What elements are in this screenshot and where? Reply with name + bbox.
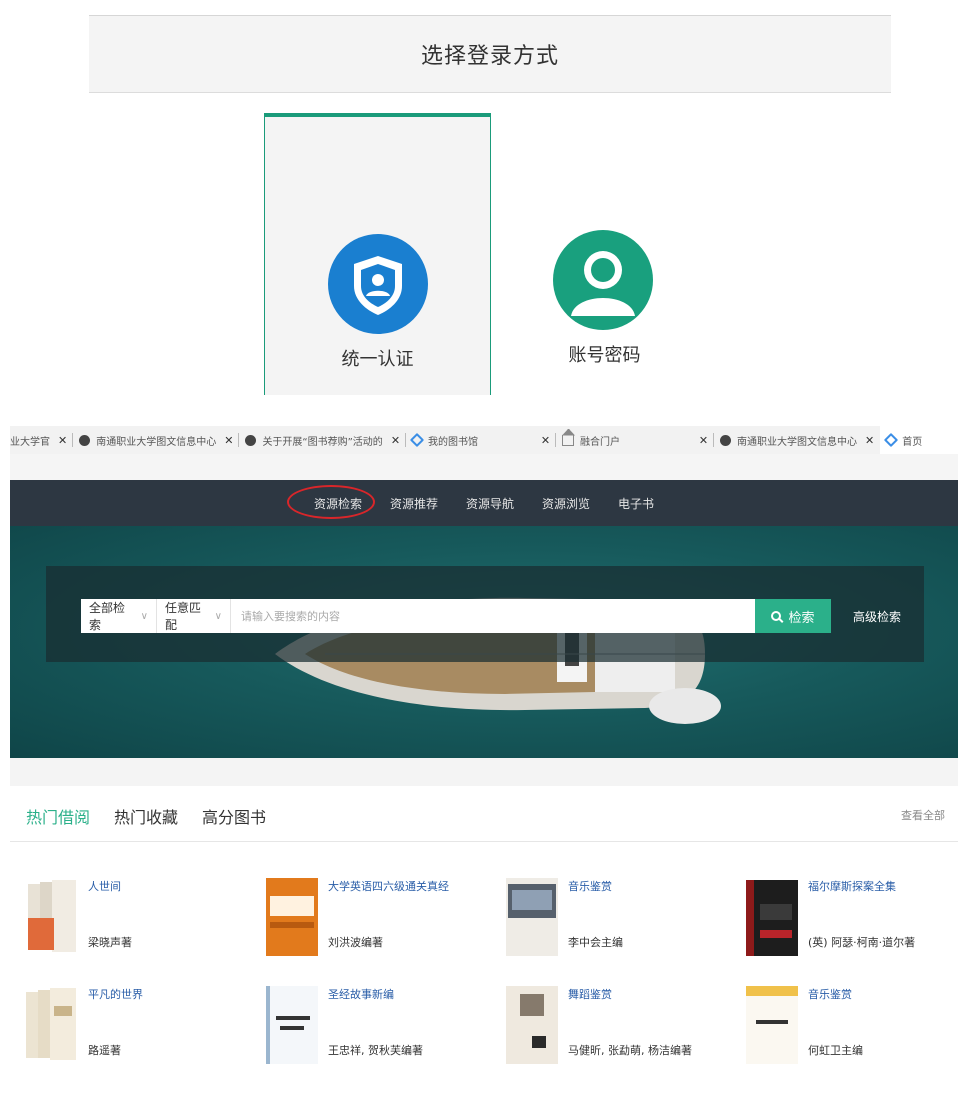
book-title[interactable]: 人世间 — [88, 878, 121, 894]
search-button-label: 检索 — [788, 609, 815, 625]
book-title[interactable]: 音乐鉴赏 — [568, 878, 612, 894]
book-card[interactable]: 人世间 梁晓声著 — [26, 878, 251, 958]
browser-tab[interactable]: 南通职业大学图文信息中心 ✕ — [73, 426, 240, 454]
nav-item-resource-navigation[interactable]: 资源导航 — [466, 491, 514, 516]
chevron-down-icon: ∨ — [140, 610, 148, 622]
tab-title: 南通职业大学图文信息中心 — [96, 436, 217, 448]
nav-item-resource-search[interactable]: 资源检索 — [286, 484, 375, 519]
globe-icon — [720, 434, 732, 446]
browser-tab[interactable]: 关于开展“图书荐购”活动的 ✕ — [239, 426, 407, 454]
browser-tab[interactable]: 我的图书馆 ✕ — [406, 426, 557, 454]
close-icon[interactable]: ✕ — [541, 434, 550, 447]
book-card[interactable]: 圣经故事新编 王忠祥, 贺秋芙编著 — [266, 986, 491, 1066]
browser-toolbar — [10, 454, 958, 480]
book-title[interactable]: 平凡的世界 — [88, 986, 143, 1002]
search-input[interactable] — [231, 599, 755, 633]
book-cover — [746, 986, 798, 1064]
book-cover — [746, 880, 798, 956]
shield-user-icon — [328, 234, 428, 334]
book-title[interactable]: 音乐鉴赏 — [808, 986, 852, 1002]
section-spacer — [10, 758, 958, 786]
browser-tab[interactable]: 业大学官 ✕ — [10, 426, 74, 454]
book-cover — [506, 878, 558, 956]
tab-top-rated[interactable]: 高分图书 — [202, 804, 266, 828]
book-title[interactable]: 舞蹈鉴赏 — [568, 986, 612, 1002]
tab-hot-collect[interactable]: 热门收藏 — [114, 804, 178, 828]
login-header: 选择登录方式 — [89, 15, 891, 93]
globe-icon — [79, 434, 91, 446]
advanced-search-link[interactable]: 高级检索 — [853, 608, 901, 625]
search-button[interactable]: 检索 — [755, 599, 831, 633]
tab-title: 业大学官 — [10, 436, 50, 448]
search-scope-select[interactable]: 全部检索 ∨ — [81, 599, 157, 633]
search-scope-value: 全部检索 — [89, 601, 126, 632]
globe-icon — [245, 434, 257, 446]
tab-title: 南通职业大学图文信息中心 — [737, 436, 858, 448]
book-title[interactable]: 福尔摩斯探案全集 — [808, 878, 896, 894]
browser-tab[interactable]: 南通职业大学图文信息中心 ✕ — [714, 426, 880, 454]
book-author: (英) 阿瑟·柯南·道尔著 — [808, 936, 916, 949]
book-title[interactable]: 圣经故事新编 — [328, 986, 394, 1002]
close-icon[interactable]: ✕ — [58, 434, 67, 447]
book-author: 刘洪波编著 — [328, 936, 383, 949]
home-icon — [562, 434, 575, 446]
close-icon[interactable]: ✕ — [699, 434, 708, 447]
diamond-icon — [884, 432, 899, 448]
book-cover — [506, 986, 558, 1064]
user-avatar-icon — [553, 230, 653, 330]
book-card[interactable]: 音乐鉴赏 李中会主编 — [506, 878, 731, 958]
diamond-icon — [409, 432, 425, 448]
divider — [10, 841, 958, 842]
book-card[interactable]: 大学英语四六级通关真经 刘洪波编著 — [266, 878, 491, 958]
book-author: 马健昕, 张勐萌, 杨洁编著 — [568, 1044, 692, 1057]
login-title: 选择登录方式 — [420, 44, 559, 69]
login-option-label: 统一认证 — [341, 349, 414, 370]
book-title[interactable]: 大学英语四六级通关真经 — [328, 878, 449, 894]
book-author: 何虹卫主编 — [808, 1044, 863, 1057]
book-author: 路遥著 — [88, 1044, 121, 1057]
book-cover — [28, 880, 76, 952]
tab-title: 关于开展“图书荐购”活动的 — [262, 436, 383, 448]
book-cover — [266, 878, 318, 956]
nav-item-resource-browse[interactable]: 资源浏览 — [542, 491, 590, 516]
tab-hot-borrow[interactable]: 热门借阅 — [26, 804, 90, 828]
tab-title: 我的图书馆 — [428, 436, 479, 448]
book-card[interactable]: 音乐鉴赏 何虹卫主编 — [746, 986, 958, 1066]
search-icon — [771, 611, 782, 621]
book-author: 李中会主编 — [568, 936, 623, 949]
book-cover — [266, 986, 318, 1064]
browser-tab-strip: 业大学官 ✕ 南通职业大学图文信息中心 ✕ 关于开展“图书荐购”活动的 ✕ 我的… — [10, 426, 958, 454]
tab-title: 首页 — [902, 436, 923, 448]
book-author: 梁晓声著 — [88, 936, 132, 949]
search-bar: 全部检索 ∨ 任意匹配 ∨ 检索 — [81, 599, 831, 633]
login-method-panel: 选择登录方式 统一认证 账号密码 — [0, 0, 958, 400]
login-option-account-password[interactable]: 账号密码 — [491, 113, 718, 395]
book-author: 王忠祥, 贺秋芙编著 — [328, 1044, 423, 1057]
chevron-down-icon: ∨ — [214, 610, 222, 622]
nav-item-ebook[interactable]: 电子书 — [618, 491, 654, 516]
login-option-unified-auth[interactable]: 统一认证 — [264, 113, 491, 395]
tab-title: 融合门户 — [580, 436, 621, 448]
match-mode-select[interactable]: 任意匹配 ∨ — [157, 599, 231, 633]
view-all-link[interactable]: 查看全部 — [901, 807, 945, 823]
hero-banner: 全部检索 ∨ 任意匹配 ∨ 检索 高级检索 — [10, 526, 958, 758]
book-card[interactable]: 平凡的世界 路遥著 — [26, 986, 251, 1066]
book-cover — [26, 988, 76, 1060]
book-card[interactable]: 福尔摩斯探案全集 (英) 阿瑟·柯南·道尔著 — [746, 878, 958, 958]
close-icon[interactable]: ✕ — [224, 434, 233, 447]
close-icon[interactable]: ✕ — [391, 434, 400, 447]
nav-item-resource-recommend[interactable]: 资源推荐 — [390, 491, 438, 516]
match-mode-value: 任意匹配 — [165, 601, 202, 632]
close-icon[interactable]: ✕ — [865, 434, 874, 447]
book-tabs: 热门借阅 热门收藏 高分图书 — [26, 804, 290, 828]
book-card[interactable]: 舞蹈鉴赏 马健昕, 张勐萌, 杨洁编著 — [506, 986, 731, 1066]
site-nav: 资源检索 资源推荐 资源导航 资源浏览 电子书 — [10, 480, 958, 526]
browser-tab-active[interactable]: 首页 — [880, 426, 958, 454]
login-option-label: 账号密码 — [568, 345, 641, 366]
browser-tab[interactable]: 融合门户 ✕ — [556, 426, 715, 454]
